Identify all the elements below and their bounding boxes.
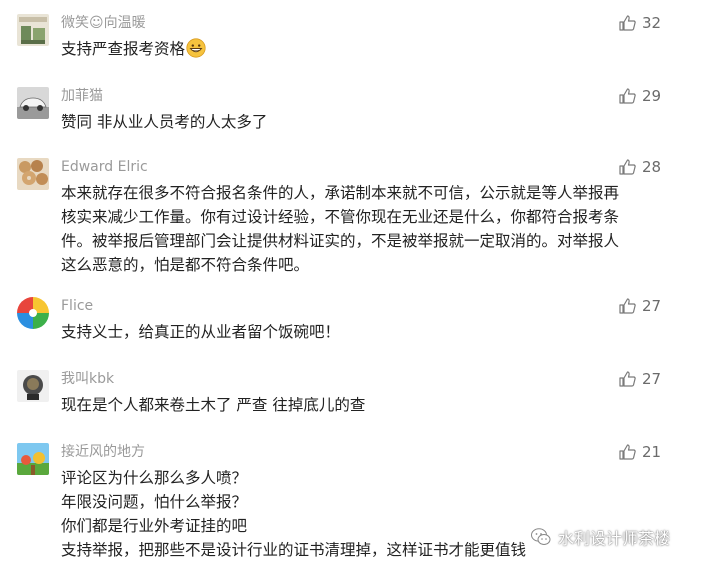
comment-line: 赞同 非从业人员考的人太多了 (61, 113, 268, 131)
wechat-icon (531, 528, 551, 545)
username[interactable]: Flice (61, 297, 93, 315)
avatar[interactable] (17, 443, 49, 475)
comment-line: 年限没问题，怕什么举报？ (61, 493, 248, 511)
comment-line: 支持义士，给真正的从业者留个饭碗吧！ (61, 323, 341, 341)
comment-text: 赞同 非从业人员考的人太多了 (61, 110, 661, 134)
comment-line: 评论区为什么那么多人喷？ (61, 469, 248, 487)
thumbs-up-icon (619, 298, 636, 314)
like-count: 32 (642, 14, 662, 32)
username[interactable]: 我叫kbk (61, 370, 114, 388)
avatar[interactable] (17, 14, 49, 46)
thumbs-up-icon (619, 444, 636, 460)
thumbs-up-icon (619, 88, 636, 104)
like-count: 28 (642, 158, 662, 176)
avatar[interactable] (17, 87, 49, 119)
comment-line: 这么恶意的，怕是都不符合条件吧。 (61, 256, 310, 274)
thumbs-up-icon (619, 371, 636, 387)
avatar[interactable] (17, 370, 49, 402)
like-button[interactable]: 32 (619, 14, 699, 34)
username[interactable]: 微笑☺向温暖 (61, 14, 146, 32)
comment-text: 本来就存在很多不符合报名条件的人，承诺制本来就不可信，公示就是等人举报再 核实来… (61, 181, 661, 277)
comment-line: 核实来减少工作量。你有过设计经验，不管你现在无业还是什么，你都符合报考条 (61, 208, 620, 226)
like-button[interactable]: 29 (619, 87, 699, 107)
like-button[interactable]: 28 (619, 158, 699, 178)
like-button[interactable]: 21 (619, 443, 699, 463)
like-count: 27 (642, 297, 662, 315)
username[interactable]: 加菲猫 (61, 87, 103, 105)
avatar[interactable] (17, 158, 49, 190)
like-button[interactable]: 27 (619, 370, 699, 390)
username[interactable]: 接近风的地方 (61, 443, 145, 461)
comment-text: 支持义士，给真正的从业者留个饭碗吧！ (61, 320, 661, 344)
comment-text: 支持严查报考资格 (61, 37, 661, 61)
like-count: 21 (642, 443, 662, 461)
comment-line: 现在是个人都来卷土木了 严查 往掉底儿的查 (61, 396, 366, 414)
username[interactable]: Edward Elric (61, 158, 148, 176)
comment-line: 支持严查报考资格 (61, 40, 186, 58)
watermark-text: 水利设计师茶楼 (558, 529, 671, 548)
like-button[interactable]: 27 (619, 297, 699, 317)
grinning-face-icon (186, 38, 206, 58)
thumbs-up-icon (619, 159, 636, 175)
comment-text: 现在是个人都来卷土木了 严查 往掉底儿的查 (61, 393, 661, 417)
thumbs-up-icon (619, 15, 636, 31)
avatar[interactable] (17, 297, 49, 329)
watermark: 水利设计师茶楼 (530, 525, 670, 549)
comment-line: 本来就存在很多不符合报名条件的人，承诺制本来就不可信，公示就是等人举报再 (61, 184, 620, 202)
comment-line: 件。被举报后管理部门会让提供材料证实的，不是被举报就一定取消的。对举报人 (61, 232, 620, 250)
like-count: 29 (642, 87, 662, 105)
like-count: 27 (642, 370, 662, 388)
